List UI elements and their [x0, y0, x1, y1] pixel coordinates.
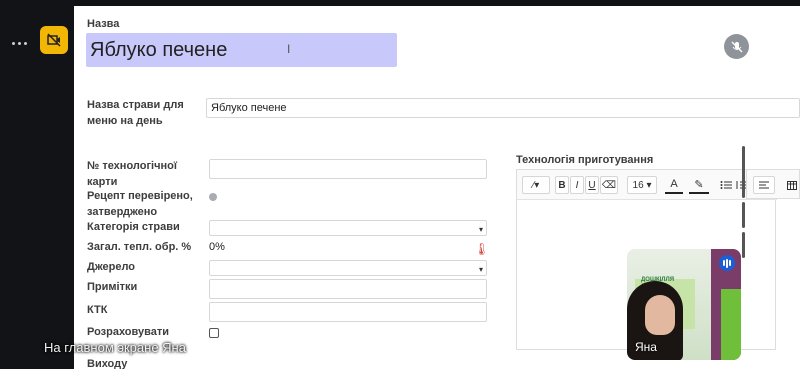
font-size-select[interactable]: 16 ▾: [627, 176, 657, 194]
text-color-button[interactable]: A: [665, 176, 683, 194]
ktk-label: КТК: [87, 304, 108, 316]
source-select[interactable]: ▾: [209, 260, 487, 276]
bullet-list-button[interactable]: [719, 176, 733, 194]
title-label: Назва: [87, 18, 120, 30]
heat-loss-value: 0%: [209, 241, 225, 253]
highlight-brush-button[interactable]: ✎: [689, 176, 709, 194]
menu-name-value: Яблуко печене: [211, 102, 287, 114]
chevron-down-icon: ▾: [478, 225, 483, 234]
editor-toolbar: ⁄▾ B I U ⌫ 16 ▾ A ✎: [517, 170, 777, 200]
eraser-button[interactable]: ⌫: [600, 176, 618, 194]
underline-button[interactable]: U: [585, 176, 599, 194]
text-cursor-icon: I: [287, 42, 291, 56]
left-dark-strip: [0, 0, 74, 369]
calc-output-label-line2: Виходу: [87, 358, 128, 369]
participant-name: Яна: [635, 340, 657, 354]
calc-output-checkbox[interactable]: [209, 328, 219, 338]
table-icon[interactable]: [785, 176, 799, 194]
participant-face: [645, 295, 675, 335]
no-camera-icon[interactable]: [40, 26, 68, 54]
notes-label: Примітки: [87, 281, 138, 293]
chevron-down-icon: ▾: [478, 265, 483, 274]
screen-share-caption: На главном экране Яна: [44, 340, 186, 355]
heat-loss-label: Загал. тепл. обр. %: [87, 241, 192, 253]
chevron-down-icon: ▾: [646, 179, 652, 191]
source-label: Джерело: [87, 261, 136, 273]
category-select[interactable]: ▾: [209, 220, 487, 236]
video-background-accent: [721, 289, 741, 360]
participant-video-tile[interactable]: ДОШКІЛЛЯ ЛЮДИНА ПОЧИНАЄ Яна: [627, 249, 741, 360]
category-label: Категорія страви: [87, 221, 180, 233]
title-value: Яблуко печене: [90, 39, 228, 61]
bold-button[interactable]: B: [555, 176, 569, 194]
menu-name-label: Назва страви для меню на день: [87, 99, 184, 127]
recipe-checked-label: Рецепт перевірено, затверджено: [87, 190, 193, 218]
thermometer-icon[interactable]: 🌡: [474, 242, 489, 256]
speaking-indicator-icon: [719, 255, 735, 271]
calc-output-label: Розраховувати: [87, 326, 169, 338]
editor-label: Технологія приготування: [516, 154, 654, 166]
recipe-status-indicator[interactable]: [209, 193, 217, 201]
align-button[interactable]: [753, 176, 775, 194]
tech-card-label: № технологічної карти: [87, 160, 177, 188]
editor-resize-handle[interactable]: [742, 146, 745, 258]
italic-button[interactable]: I: [570, 176, 584, 194]
mic-muted-button[interactable]: [724, 34, 749, 59]
notes-input[interactable]: [209, 279, 487, 299]
title-input[interactable]: Яблуко печене I: [86, 33, 397, 67]
ktk-input[interactable]: [209, 302, 487, 322]
tech-card-input[interactable]: [209, 159, 487, 179]
menu-name-input[interactable]: Яблуко печене: [206, 98, 800, 118]
font-size-value: 16: [632, 179, 644, 191]
editor-toolbar-overflow: [746, 169, 800, 199]
magic-wand-button[interactable]: ⁄▾: [522, 176, 550, 194]
more-dots-icon[interactable]: [12, 42, 32, 46]
